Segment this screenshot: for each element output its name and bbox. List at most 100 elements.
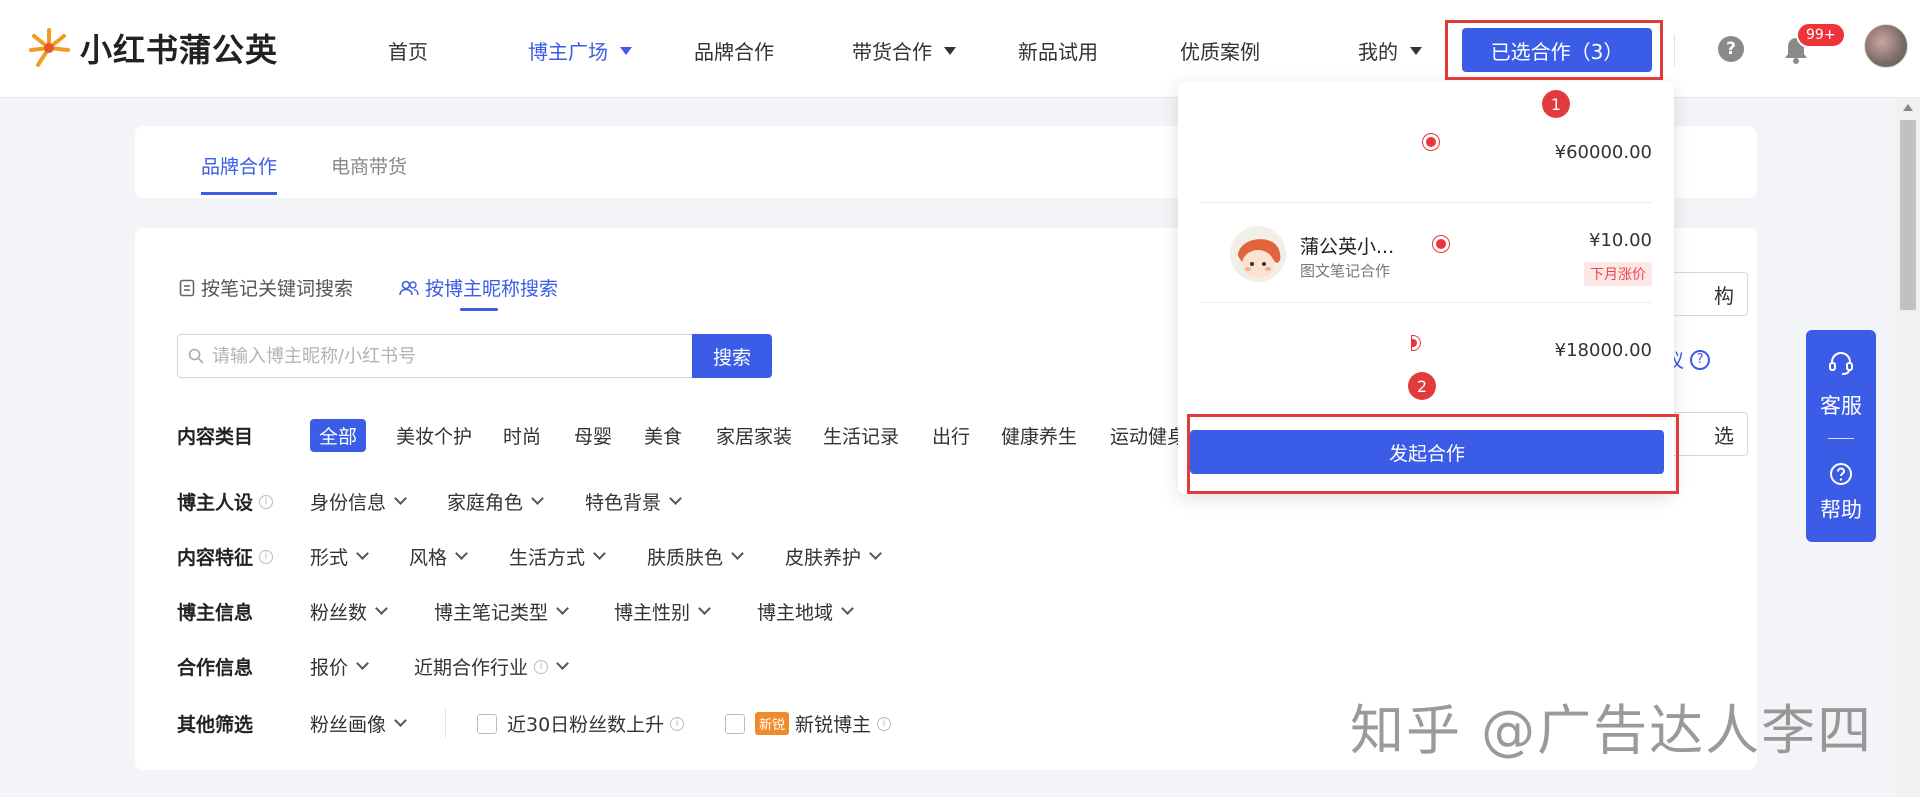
- remove-item-icon[interactable]: [1433, 236, 1449, 252]
- remove-item-icon[interactable]: [1423, 134, 1439, 150]
- price-dropdown[interactable]: 报价: [310, 653, 369, 680]
- other-filters-label: 其他筛选: [177, 710, 253, 737]
- chevron-down-icon: [731, 547, 744, 560]
- nav-cases[interactable]: 优质案例: [1180, 36, 1260, 65]
- tab-search-by-keyword[interactable]: 按笔记关键词搜索: [179, 274, 353, 301]
- checkbox[interactable]: [477, 713, 497, 734]
- nav-label: 品牌合作: [694, 40, 774, 64]
- logo[interactable]: 小红书蒲公英: [26, 24, 278, 72]
- gender-dropdown[interactable]: 博主性别: [614, 598, 711, 625]
- search-button[interactable]: 搜索: [692, 334, 772, 378]
- new-creator-checkbox[interactable]: 新锐 新锐博主 i: [725, 710, 892, 737]
- fan-profile-dropdown[interactable]: 粉丝画像: [310, 710, 407, 737]
- scroll-up-icon[interactable]: [1903, 104, 1913, 111]
- users-icon: [399, 280, 419, 295]
- info-icon[interactable]: i: [670, 716, 685, 731]
- tab-ecommerce[interactable]: 电商带货: [331, 152, 407, 179]
- family-role-dropdown[interactable]: 家庭角色: [447, 488, 544, 515]
- info-icon[interactable]: i: [259, 549, 274, 564]
- annotation-box-2: [1187, 414, 1679, 494]
- right-action-label: 构: [1714, 283, 1734, 308]
- recent-industry-dropdown[interactable]: 近期合作行业 i: [414, 653, 569, 680]
- category-food[interactable]: 美食: [644, 422, 682, 449]
- remove-item-icon[interactable]: [1412, 336, 1420, 350]
- tab-search-by-nickname[interactable]: 按博主昵称搜索: [399, 274, 558, 301]
- headset-icon: [1829, 352, 1853, 375]
- creator-avatar-image: [1230, 226, 1286, 282]
- dropdown-label: 皮肤养护: [785, 547, 862, 569]
- nav-home[interactable]: 首页: [388, 36, 428, 65]
- tab-brand-cooperation[interactable]: 品牌合作: [201, 152, 277, 179]
- header-divider: [1674, 34, 1675, 66]
- identity-dropdown[interactable]: 身份信息: [310, 488, 407, 515]
- lifestyle-dropdown[interactable]: 生活方式: [509, 543, 606, 570]
- dropdown-label: 风格: [409, 547, 448, 569]
- checkbox[interactable]: [725, 713, 745, 734]
- chevron-down-icon: [531, 492, 544, 505]
- category-beauty[interactable]: 美妆个护: [396, 422, 472, 449]
- followers-rising-checkbox[interactable]: 近30日粉丝数上升 i: [477, 710, 685, 737]
- category-maternal[interactable]: 母婴: [574, 422, 612, 449]
- dropdown-label: 粉丝数: [310, 602, 368, 624]
- chevron-down-icon: [455, 547, 468, 560]
- page-scrollbar[interactable]: [1896, 98, 1920, 797]
- nav-sales-cooperation[interactable]: 带货合作: [852, 36, 956, 65]
- dropdown-label: 博主笔记类型: [434, 602, 549, 624]
- chevron-down-icon: [394, 492, 407, 505]
- help-icon[interactable]: ?: [1718, 36, 1744, 62]
- search-mode-label: 按博主昵称搜索: [425, 278, 559, 300]
- style-dropdown[interactable]: 风格: [409, 543, 468, 570]
- nav-brand-cooperation[interactable]: 品牌合作: [694, 36, 774, 65]
- user-avatar[interactable]: [1864, 24, 1908, 68]
- caret-down-icon: [1410, 46, 1422, 55]
- item-divider: [1200, 202, 1652, 203]
- help-button[interactable]: 帮助: [1806, 494, 1876, 524]
- annotation-marker-2: 2: [1408, 372, 1436, 400]
- followers-dropdown[interactable]: 粉丝数: [310, 598, 388, 625]
- annotation-marker-1: 1: [1542, 90, 1570, 118]
- nav-label: 优质案例: [1180, 40, 1260, 64]
- info-icon[interactable]: i: [259, 494, 274, 509]
- item-price: ¥60000.00: [1554, 142, 1652, 163]
- dropdown-label: 形式: [310, 547, 349, 569]
- nav-label: 带货合作: [852, 40, 932, 64]
- scroll-thumb[interactable]: [1900, 120, 1916, 310]
- chevron-down-icon: [556, 657, 569, 670]
- category-fashion[interactable]: 时尚: [503, 422, 541, 449]
- category-travel[interactable]: 出行: [932, 422, 970, 449]
- customer-service-button[interactable]: 客服: [1806, 390, 1876, 420]
- nav-creator-square[interactable]: 博主广场: [528, 36, 632, 65]
- help-circle-icon: [1830, 463, 1852, 485]
- category-all[interactable]: 全部: [310, 419, 367, 452]
- category-home[interactable]: 家居家装: [716, 422, 792, 449]
- region-dropdown[interactable]: 博主地域: [757, 598, 854, 625]
- logo-text: 小红书蒲公英: [80, 31, 279, 69]
- cooperation-type: 图文笔记合作: [1300, 262, 1391, 280]
- format-dropdown[interactable]: 形式: [310, 543, 369, 570]
- category-health[interactable]: 健康养生: [1001, 422, 1077, 449]
- row-label-text: 其他筛选: [177, 714, 254, 736]
- info-icon[interactable]: i: [534, 659, 549, 674]
- nav-label: 我的: [1358, 40, 1398, 64]
- note-type-dropdown[interactable]: 博主笔记类型: [434, 598, 569, 625]
- chevron-down-icon: [556, 602, 569, 615]
- search-box: [177, 334, 693, 378]
- search-input[interactable]: [212, 345, 672, 367]
- right-filter-label: 选: [1714, 423, 1734, 448]
- note-icon: [179, 279, 195, 296]
- checkbox-label: 近30日粉丝数上升: [507, 714, 665, 736]
- category-sports[interactable]: 运动健身: [1110, 422, 1186, 449]
- background-dropdown[interactable]: 特色背景: [585, 488, 682, 515]
- category-lifestyle[interactable]: 生活记录: [823, 422, 899, 449]
- chevron-down-icon: [593, 547, 606, 560]
- chevron-down-icon: [356, 547, 369, 560]
- nav-mine[interactable]: 我的: [1358, 36, 1422, 65]
- skincare-dropdown[interactable]: 皮肤养护: [785, 543, 882, 570]
- active-tab-indicator: [201, 192, 277, 195]
- dropdown-label: 粉丝画像: [310, 714, 387, 736]
- skin-type-dropdown[interactable]: 肤质肤色: [647, 543, 744, 570]
- price-rise-tag: 下月涨价: [1584, 262, 1652, 286]
- nav-new-product-trial[interactable]: 新品试用: [1018, 36, 1098, 65]
- info-icon[interactable]: i: [877, 716, 892, 731]
- row-label-text: 博主人设: [177, 492, 254, 514]
